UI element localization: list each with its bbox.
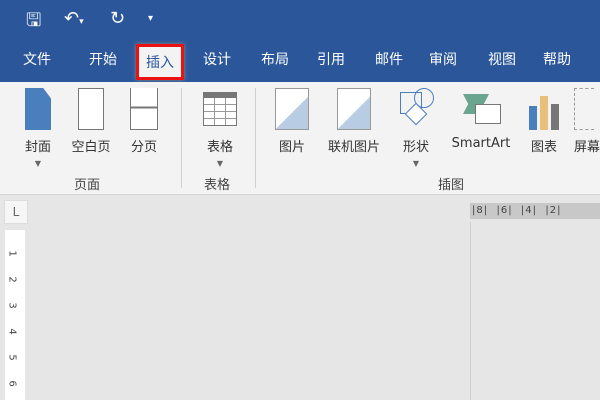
online-pictures-button[interactable]: 联机图片 xyxy=(322,88,386,155)
tab-insert[interactable]: 插入 xyxy=(136,44,184,80)
group-divider xyxy=(181,88,182,188)
smartart-icon xyxy=(461,88,501,130)
tab-selector[interactable]: L xyxy=(4,200,28,224)
tab-references[interactable]: 引用 xyxy=(308,40,354,82)
quick-access-toolbar: 🖫 ↶▾ ↻ ▾ xyxy=(0,0,600,40)
tab-review[interactable]: 审阅 xyxy=(420,40,466,82)
tab-view[interactable]: 视图 xyxy=(479,40,525,82)
online-pictures-icon xyxy=(337,88,371,130)
dropdown-caret-icon: ▼ xyxy=(412,159,420,168)
shapes-icon xyxy=(398,88,434,130)
dropdown-caret-icon: ▼ xyxy=(34,159,42,168)
pictures-button[interactable]: 图片 xyxy=(272,88,312,155)
chart-button[interactable]: 图表 xyxy=(524,88,564,155)
cover-page-icon xyxy=(25,88,51,130)
tab-design[interactable]: 设计 xyxy=(194,40,240,82)
vertical-ruler[interactable]: 1 2 3 4 5 6 xyxy=(5,230,25,400)
tab-file[interactable]: 文件 xyxy=(14,40,60,82)
table-button[interactable]: 表格 ▼ xyxy=(198,88,242,168)
group-divider xyxy=(255,88,256,188)
tab-help[interactable]: 帮助 xyxy=(534,40,580,82)
blank-page-button[interactable]: 空白页 xyxy=(66,88,116,155)
tab-mailings[interactable]: 邮件 xyxy=(366,40,412,82)
pictures-icon xyxy=(275,88,309,130)
group-label-tables: 表格 xyxy=(204,178,231,193)
page-break-icon xyxy=(130,88,158,130)
group-label-illustrations: 插图 xyxy=(438,178,465,193)
cover-page-button[interactable]: 封面 ▼ xyxy=(18,88,58,168)
shapes-button[interactable]: 形状 ▼ xyxy=(394,88,438,168)
horizontal-ruler[interactable]: |8| |6| |4| |2| xyxy=(470,203,600,219)
tab-home[interactable]: 开始 xyxy=(80,40,126,82)
undo-icon[interactable]: ↶▾ xyxy=(64,8,84,29)
dropdown-caret-icon: ▼ xyxy=(216,159,224,168)
chart-icon xyxy=(527,88,561,130)
customize-icon[interactable]: ▾ xyxy=(148,13,153,24)
group-label-pages: 页面 xyxy=(74,178,101,193)
page-edge xyxy=(470,222,471,400)
save-icon[interactable]: 🖫 xyxy=(26,8,41,38)
tab-layout[interactable]: 布局 xyxy=(252,40,298,82)
ribbon-tabs: 文件 开始 插入 设计 布局 引用 邮件 审阅 视图 帮助 xyxy=(0,40,600,82)
screenshot-button[interactable]: 屏幕 xyxy=(574,88,600,155)
redo-icon[interactable]: ↻ xyxy=(110,8,125,29)
table-icon xyxy=(203,92,237,126)
blank-page-icon xyxy=(78,88,104,130)
screenshot-icon xyxy=(574,88,594,130)
ribbon: 封面 ▼ 空白页 分页 页面 表格 ▼ 表格 图片 联机图片 形状 ▼ SmartAr… xyxy=(0,82,600,195)
page-break-button[interactable]: 分页 xyxy=(124,88,164,155)
smartart-button[interactable]: SmartArt xyxy=(446,88,516,151)
